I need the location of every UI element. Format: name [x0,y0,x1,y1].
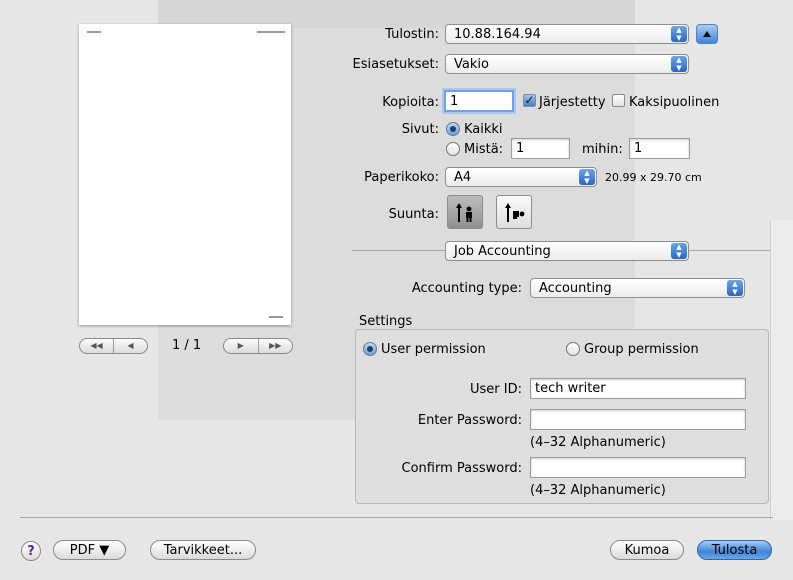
pages-range-radio[interactable] [446,142,460,156]
enter-password-hint: (4–32 Alphanumeric) [530,435,666,450]
preview-back-buttons[interactable]: ◀◀ ◀ [79,338,148,354]
panel-popup-value: Job Accounting [454,244,551,259]
presets-value: Vakio [454,57,489,72]
printer-value: 10.88.164.94 [454,27,541,42]
last-page-icon[interactable]: ▶▶ [257,339,293,353]
cancel-button[interactable]: Kumoa [610,540,684,560]
footer-separator [20,517,773,518]
enter-password-label: Enter Password: [417,413,522,428]
pages-from-field[interactable]: 1 [511,138,570,159]
first-page-icon[interactable]: ◀◀ [80,339,113,353]
presets-popup[interactable]: Vakio ▲ ▼ [445,54,689,74]
print-dialog: ◀◀ ◀ 1 / 1 ▶ ▶▶ Tulostin: 10.88.164.94 ▲… [0,0,793,580]
group-permission-radio[interactable] [566,342,580,356]
enter-password-field[interactable] [530,409,746,430]
print-button[interactable]: Tulosta [697,540,772,560]
paper-size-label: Paperikoko: [364,170,439,185]
page-indicator: 1 / 1 [172,338,202,353]
user-id-label: User ID: [470,382,522,397]
landscape-button[interactable] [496,195,532,229]
group-permission-label: Group permission [584,342,699,357]
pdf-button[interactable]: PDF ▼ [53,540,126,560]
supplies-button[interactable]: Tarvikkeet... [150,540,256,560]
popup-arrows-icon: ▲ ▼ [671,56,687,72]
accounting-type-label: Accounting type: [411,281,522,296]
two-sided-checkbox[interactable] [612,94,625,107]
collated-checkbox[interactable]: ✓ [523,94,536,107]
printer-label: Tulostin: [385,27,439,42]
page-preview [79,24,291,325]
collapse-details-button[interactable] [696,24,718,44]
copies-field[interactable]: 1 [444,90,514,112]
confirm-password-hint: (4–32 Alphanumeric) [530,483,666,498]
preview-header-right [257,31,285,33]
pages-to-field[interactable]: 1 [629,138,690,159]
pages-all-radio[interactable] [446,122,460,136]
copies-label: Kopioita: [382,95,439,110]
two-sided-label: Kaksipuolinen [629,95,720,110]
orientation-label: Suunta: [388,207,439,222]
preview-footer [269,316,283,318]
popup-arrows-icon: ▲ ▼ [727,280,743,296]
landscape-orientation-icon [505,203,525,222]
previous-page-icon[interactable]: ◀ [113,339,147,353]
preview-header-left [87,31,101,33]
paper-size-popup[interactable]: A4 ▲ ▼ [445,167,597,187]
panel-separator-right [689,250,770,251]
printer-popup[interactable]: 10.88.164.94 ▲ ▼ [445,24,689,44]
pages-all-label: Kaikki [464,122,503,137]
pages-label: Sivut: [401,122,439,137]
preview-forward-buttons[interactable]: ▶ ▶▶ [223,338,293,354]
panel-separator-left [352,250,445,251]
presets-label: Esiasetukset: [352,57,439,72]
confirm-password-field[interactable] [530,457,746,478]
confirm-password-label: Confirm Password: [401,461,522,476]
popup-arrows-icon: ▲ ▼ [671,243,687,259]
popup-arrows-icon: ▲ ▼ [671,26,687,42]
user-id-field[interactable]: tech writer [530,378,746,399]
portrait-button[interactable] [447,195,483,229]
settings-title: Settings [359,314,413,329]
paper-dimensions: 20.99 x 29.70 cm [605,171,702,184]
background-window-edge [770,220,793,520]
accounting-type-value: Accounting [539,281,612,296]
pages-to-label: mihin: [582,142,623,157]
accounting-type-popup[interactable]: Accounting ▲ ▼ [530,278,745,298]
paper-size-value: A4 [454,170,472,185]
user-permission-label: User permission [381,342,486,357]
help-button[interactable]: ? [21,541,41,561]
portrait-orientation-icon [456,203,472,222]
pages-from-label: Mistä: [464,142,504,157]
user-permission-radio[interactable] [363,342,377,356]
popup-arrows-icon: ▲ ▼ [579,169,595,185]
panel-popup[interactable]: Job Accounting ▲ ▼ [445,241,689,261]
next-page-icon[interactable]: ▶ [224,339,258,353]
collated-label: Järjestetty [539,95,606,110]
